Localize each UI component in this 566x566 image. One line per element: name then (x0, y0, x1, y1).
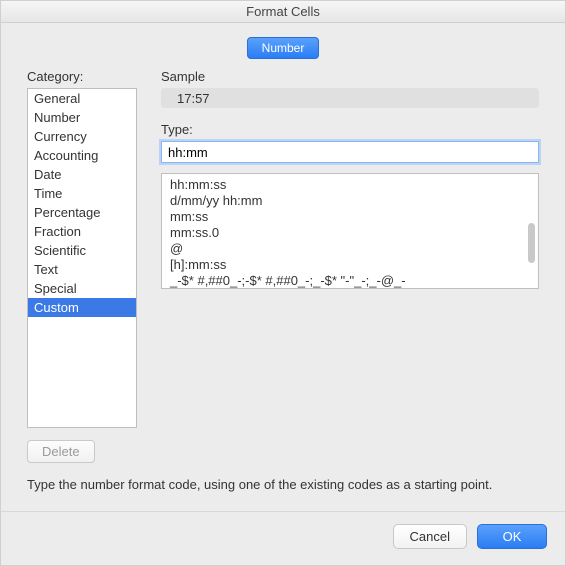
category-item[interactable]: Time (28, 184, 136, 203)
category-item[interactable]: Fraction (28, 222, 136, 241)
format-item[interactable]: @ (166, 241, 534, 257)
category-item[interactable]: Special (28, 279, 136, 298)
category-label: Category: (27, 69, 137, 84)
category-item[interactable]: Scientific (28, 241, 136, 260)
tab-number[interactable]: Number (247, 37, 320, 59)
category-item[interactable]: Number (28, 108, 136, 127)
category-item[interactable]: Custom (28, 298, 136, 317)
sample-label: Sample (161, 69, 539, 84)
format-item[interactable]: mm:ss.0 (166, 225, 534, 241)
format-code-list[interactable]: hh:mm:ssd/mm/yy hh:mmmm:ssmm:ss.0@[h]:mm… (161, 173, 539, 289)
tab-number-label: Number (262, 41, 305, 55)
button-bar: Cancel OK (1, 511, 565, 565)
format-cells-dialog: Format Cells Number Category: GeneralNum… (0, 0, 566, 566)
type-label: Type: (161, 122, 539, 137)
ok-button[interactable]: OK (477, 524, 547, 549)
format-item[interactable]: mm:ss (166, 209, 534, 225)
delete-button-label: Delete (42, 444, 80, 459)
category-list[interactable]: GeneralNumberCurrencyAccountingDateTimeP… (27, 88, 137, 428)
type-input[interactable] (161, 141, 539, 163)
sample-value-box: 17:57 (161, 88, 539, 108)
content-area: Category: GeneralNumberCurrencyAccountin… (1, 69, 565, 511)
window-title: Format Cells (246, 4, 320, 19)
category-item[interactable]: Percentage (28, 203, 136, 222)
scrollbar-thumb[interactable] (528, 223, 535, 263)
ok-button-label: OK (503, 529, 522, 544)
cancel-button-label: Cancel (410, 529, 450, 544)
format-item[interactable]: hh:mm:ss (166, 177, 534, 193)
titlebar: Format Cells (1, 1, 565, 23)
delete-button[interactable]: Delete (27, 440, 95, 463)
category-item[interactable]: General (28, 89, 136, 108)
category-item[interactable]: Date (28, 165, 136, 184)
category-item[interactable]: Text (28, 260, 136, 279)
format-item[interactable]: [h]:mm:ss (166, 257, 534, 273)
format-item[interactable]: _-$* #,##0_-;-$* #,##0_-;_-$* "-"_-;_-@_… (166, 273, 534, 289)
category-item[interactable]: Accounting (28, 146, 136, 165)
tab-row: Number (1, 23, 565, 69)
category-item[interactable]: Currency (28, 127, 136, 146)
format-item[interactable]: d/mm/yy hh:mm (166, 193, 534, 209)
hint-text: Type the number format code, using one o… (27, 477, 539, 492)
sample-value: 17:57 (177, 91, 210, 106)
cancel-button[interactable]: Cancel (393, 524, 467, 549)
